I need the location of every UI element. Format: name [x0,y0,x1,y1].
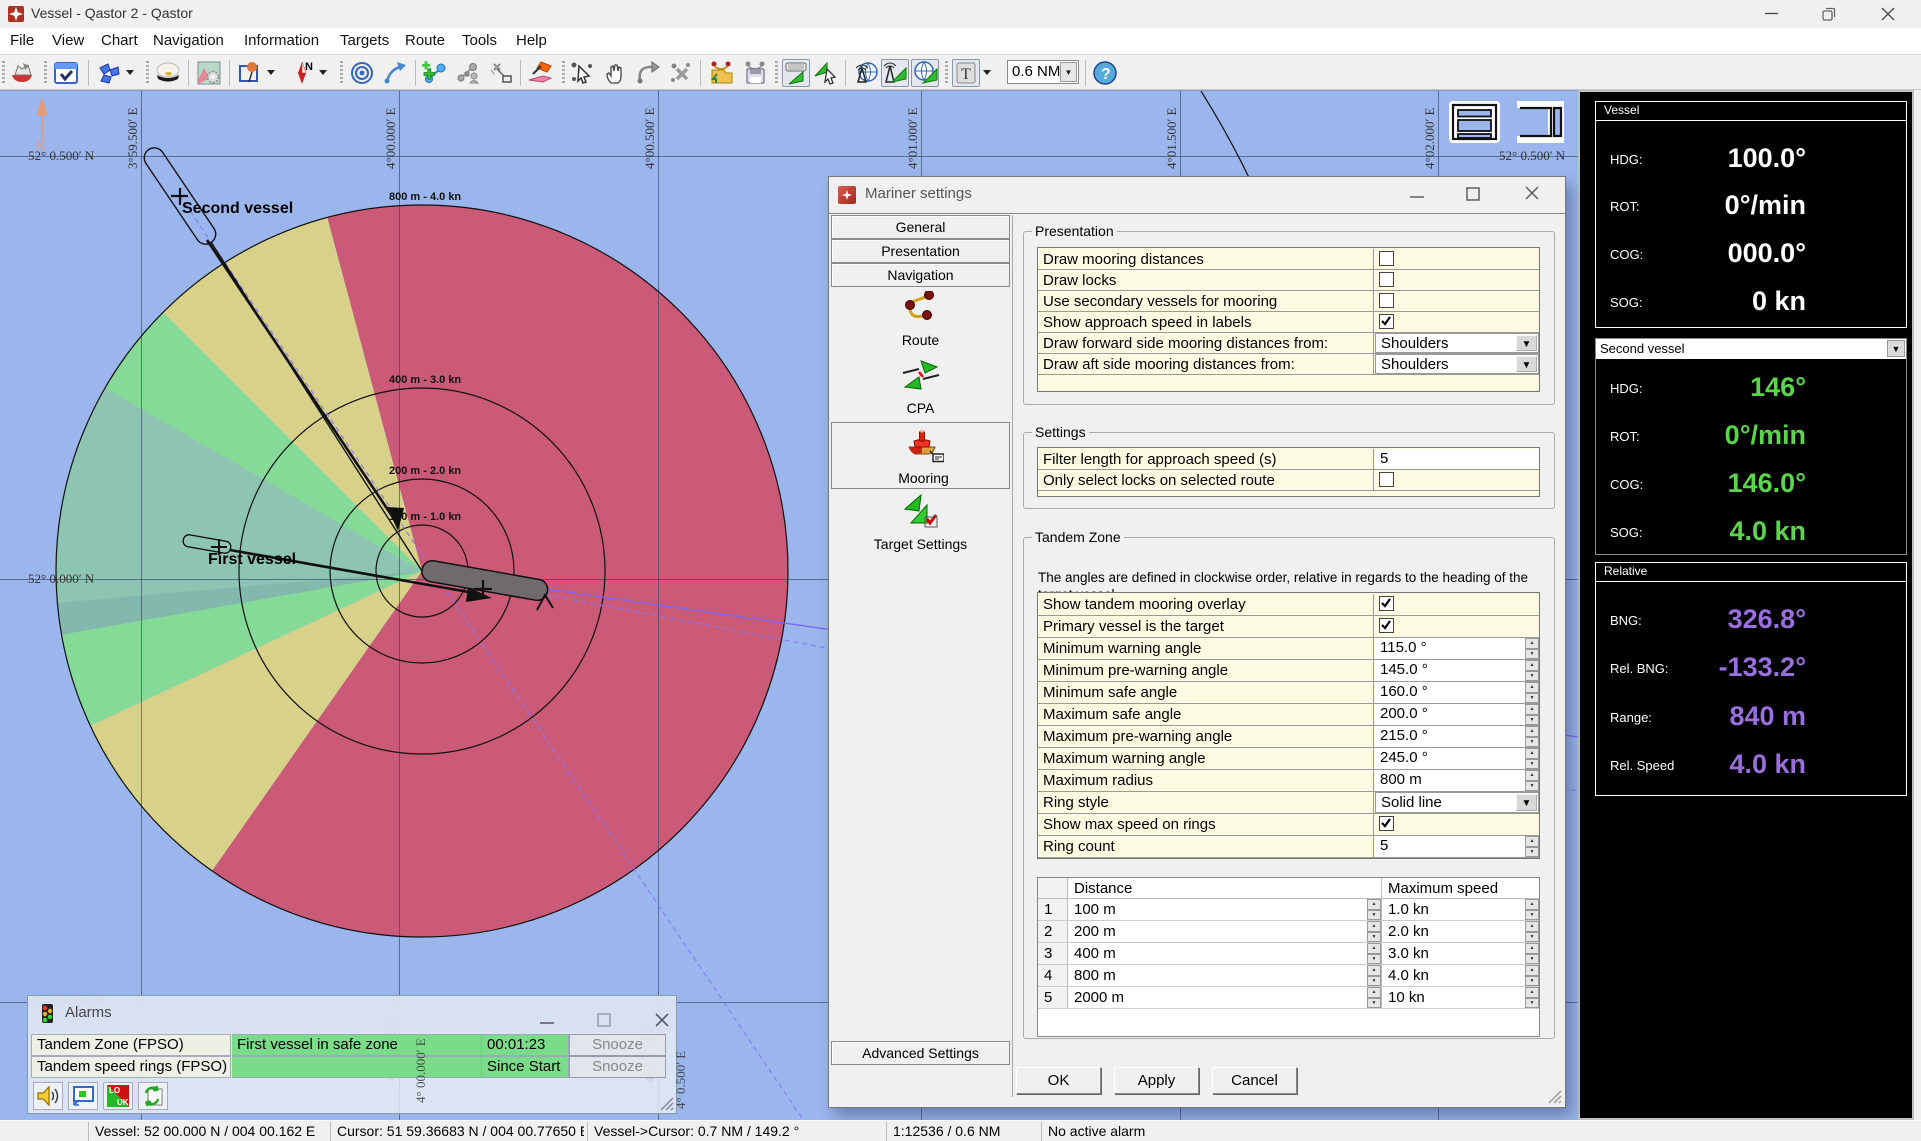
svg-text:4°00.000′ E: 4°00.000′ E [383,107,398,169]
svg-text:100 m - 1.0 kn: 100 m - 1.0 kn [389,511,461,523]
svg-text:N: N [305,61,313,73]
svg-text:52° 0.500′ N: 52° 0.500′ N [1499,148,1566,163]
svg-text:T: T [961,66,971,83]
svg-text:4°01.500′ E: 4°01.500′ E [1164,107,1179,169]
svg-text:4°01.000′ E: 4°01.000′ E [905,107,920,169]
svg-text:4°00.500′ E: 4°00.500′ E [642,107,657,169]
svg-text:First vessel: First vessel [208,551,296,568]
svg-text:UK: UK [117,1098,129,1107]
svg-text:800 m - 4.0 kn: 800 m - 4.0 kn [389,191,461,203]
svg-text:LO: LO [109,1086,120,1095]
svg-text:52° 0.000′ N: 52° 0.000′ N [28,571,95,586]
svg-text:N: N [35,139,46,155]
svg-text:3°59.500′ E: 3°59.500′ E [125,107,140,169]
svg-text:4°02.000′ E: 4°02.000′ E [1422,107,1437,169]
svg-text:200 m - 2.0 kn: 200 m - 2.0 kn [389,465,461,477]
svg-text:?: ? [1101,66,1111,83]
svg-text:400 m - 3.0 kn: 400 m - 3.0 kn [389,374,461,386]
svg-text:Second vessel: Second vessel [182,200,293,217]
